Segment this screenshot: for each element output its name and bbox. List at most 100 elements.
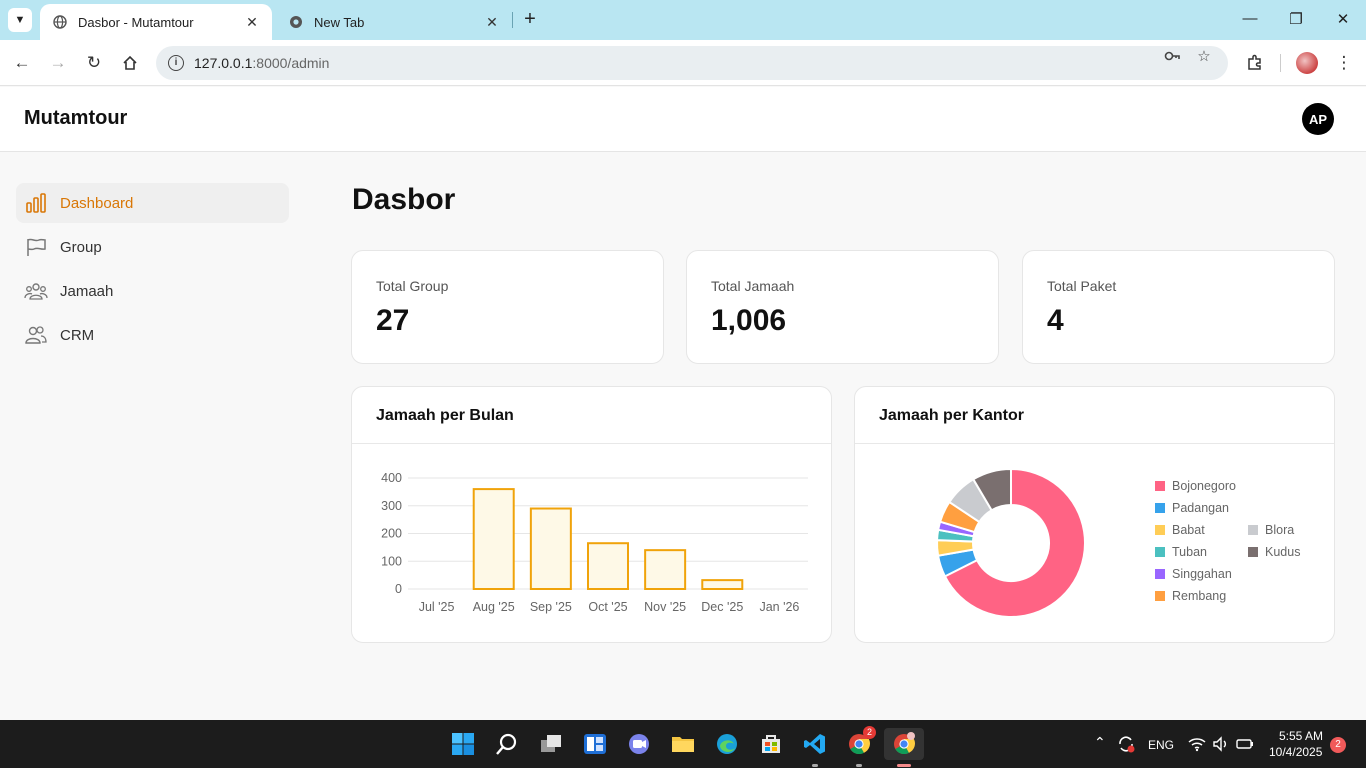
password-key-icon[interactable]: [1162, 47, 1182, 67]
tab-title: Dasbor - Mutamtour: [78, 14, 194, 30]
y-tick-label: 400: [381, 471, 402, 485]
legend-item[interactable]: Kudus: [1248, 545, 1300, 559]
stat-label: Total Paket: [1047, 278, 1117, 294]
forward-icon[interactable]: →: [46, 51, 70, 75]
language-indicator[interactable]: ENG: [1148, 738, 1174, 752]
x-tick-label: Sep '25: [530, 600, 572, 614]
globe-icon: [52, 14, 68, 30]
legend-item[interactable]: Padangan: [1155, 501, 1229, 515]
sidebar-item-crm[interactable]: CRM: [16, 315, 289, 355]
tab-new-tab[interactable]: New Tab ✕: [276, 4, 512, 40]
legend-label: Singgahan: [1172, 567, 1232, 581]
legend-swatch: [1248, 525, 1258, 535]
extensions-icon[interactable]: [1243, 51, 1267, 75]
sidebar-item-label: Dashboard: [60, 194, 134, 212]
bar: [587, 542, 629, 590]
battery-icon[interactable]: [1234, 728, 1256, 760]
url-path: :8000/admin: [252, 55, 330, 71]
legend-item[interactable]: Singgahan: [1155, 567, 1232, 581]
legend-item[interactable]: Blora: [1248, 523, 1294, 537]
y-tick-label: 300: [381, 499, 402, 513]
url-host: 127.0.0.1: [194, 55, 253, 71]
bar: [529, 507, 572, 590]
legend-label: Bojonegoro: [1172, 479, 1236, 493]
clock-date[interactable]: 10/4/2025: [1269, 745, 1322, 759]
sidebar-item-dashboard[interactable]: Dashboard: [16, 183, 289, 223]
stat-value: 27: [376, 304, 410, 337]
close-window-icon[interactable]: ✕: [1333, 10, 1353, 30]
sidebar-item-label: Group: [60, 238, 102, 256]
sidebar-item-jamaah[interactable]: Jamaah: [16, 271, 289, 311]
more-menu-icon[interactable]: ⋮: [1332, 51, 1356, 75]
legend-swatch: [1248, 547, 1258, 557]
sidebar-item-group[interactable]: Group: [16, 227, 289, 267]
widgets-icon[interactable]: [579, 728, 611, 760]
flag-icon: [24, 235, 48, 259]
volume-icon[interactable]: [1210, 728, 1232, 760]
tab-search-button[interactable]: ▼: [8, 8, 32, 32]
file-explorer-icon[interactable]: [667, 728, 699, 760]
tab-title: New Tab: [314, 14, 365, 30]
brand-logo[interactable]: Mutamtour: [24, 107, 127, 130]
bookmark-star-icon[interactable]: ☆: [1194, 47, 1214, 67]
stat-card-total-jamaah: Total Jamaah 1,006: [686, 250, 999, 364]
sidebar-item-label: Jamaah: [60, 282, 114, 300]
bar: [644, 549, 687, 590]
notification-badge[interactable]: 2: [1330, 737, 1346, 753]
address-bar[interactable]: i 127.0.0.1:8000/admin: [156, 46, 1228, 80]
stat-card-total-paket: Total Paket 4: [1022, 250, 1335, 364]
tray-overflow-icon[interactable]: ⌃: [1094, 734, 1106, 751]
active-indicator: [897, 764, 911, 767]
windows-start-icon[interactable]: [447, 728, 479, 760]
restore-icon[interactable]: ❐: [1286, 10, 1306, 30]
minimize-icon[interactable]: —: [1240, 10, 1260, 30]
chrome-icon[interactable]: 2: [843, 726, 876, 760]
users-icon: [24, 279, 48, 303]
close-tab-icon[interactable]: ✕: [484, 14, 500, 31]
donut-chart: [936, 467, 1086, 618]
tab-dasbor[interactable]: Dasbor - Mutamtour ✕: [40, 4, 272, 40]
legend-label: Padangan: [1172, 501, 1230, 515]
bar: [472, 488, 515, 590]
chart-card-jamaah-per-kantor: Jamaah per Kantor Bojonegoro Padangan Baba…: [854, 386, 1335, 643]
toolbar-divider: [1280, 54, 1281, 72]
teams-chat-icon[interactable]: [623, 728, 655, 760]
back-icon[interactable]: ←: [10, 51, 34, 75]
vscode-icon[interactable]: [799, 728, 831, 760]
edge-icon[interactable]: [711, 728, 743, 760]
legend-swatch: [1155, 503, 1165, 513]
user-avatar[interactable]: AP: [1302, 103, 1334, 135]
legend-label: Blora: [1265, 523, 1295, 537]
sync-icon[interactable]: [1114, 728, 1138, 760]
new-tab-button[interactable]: +: [518, 8, 542, 32]
stat-label: Total Jamaah: [711, 278, 795, 294]
legend-swatch: [1155, 547, 1165, 557]
running-indicator: [856, 764, 862, 767]
legend-label: Rembang: [1172, 589, 1227, 603]
legend-item[interactable]: Rembang: [1155, 589, 1226, 603]
legend-item[interactable]: Bojonegoro: [1155, 479, 1236, 493]
chrome-profile-icon[interactable]: [884, 728, 924, 760]
close-tab-icon[interactable]: ✕: [244, 14, 260, 31]
wifi-icon[interactable]: [1186, 728, 1208, 760]
profile-avatar-icon[interactable]: [1296, 52, 1318, 74]
legend-label: Kudus: [1265, 545, 1301, 559]
clock-time[interactable]: 5:55 AM: [1279, 729, 1323, 743]
running-indicator: [812, 764, 818, 767]
task-view-icon[interactable]: [535, 728, 567, 760]
home-icon[interactable]: [118, 51, 142, 75]
stat-value: 1,006: [711, 304, 787, 337]
x-tick-label: Aug '25: [473, 600, 515, 614]
x-tick-label: Nov '25: [644, 600, 686, 614]
chart-card-jamaah-per-bulan: Jamaah per Bulan 0 100 200 300 400 Jul '25 Aug…: [351, 386, 832, 643]
chrome-icon: [288, 14, 304, 30]
reload-icon[interactable]: ↻: [82, 51, 106, 75]
legend-item[interactable]: Tuban: [1155, 545, 1207, 559]
legend-item[interactable]: Babat: [1155, 523, 1205, 537]
y-tick-label: 100: [381, 554, 402, 568]
page-title: Dasbor: [352, 183, 456, 216]
user-group-icon: [24, 323, 48, 347]
search-icon[interactable]: [491, 728, 523, 760]
microsoft-store-icon[interactable]: [755, 728, 787, 760]
site-info-icon[interactable]: i: [168, 55, 184, 71]
